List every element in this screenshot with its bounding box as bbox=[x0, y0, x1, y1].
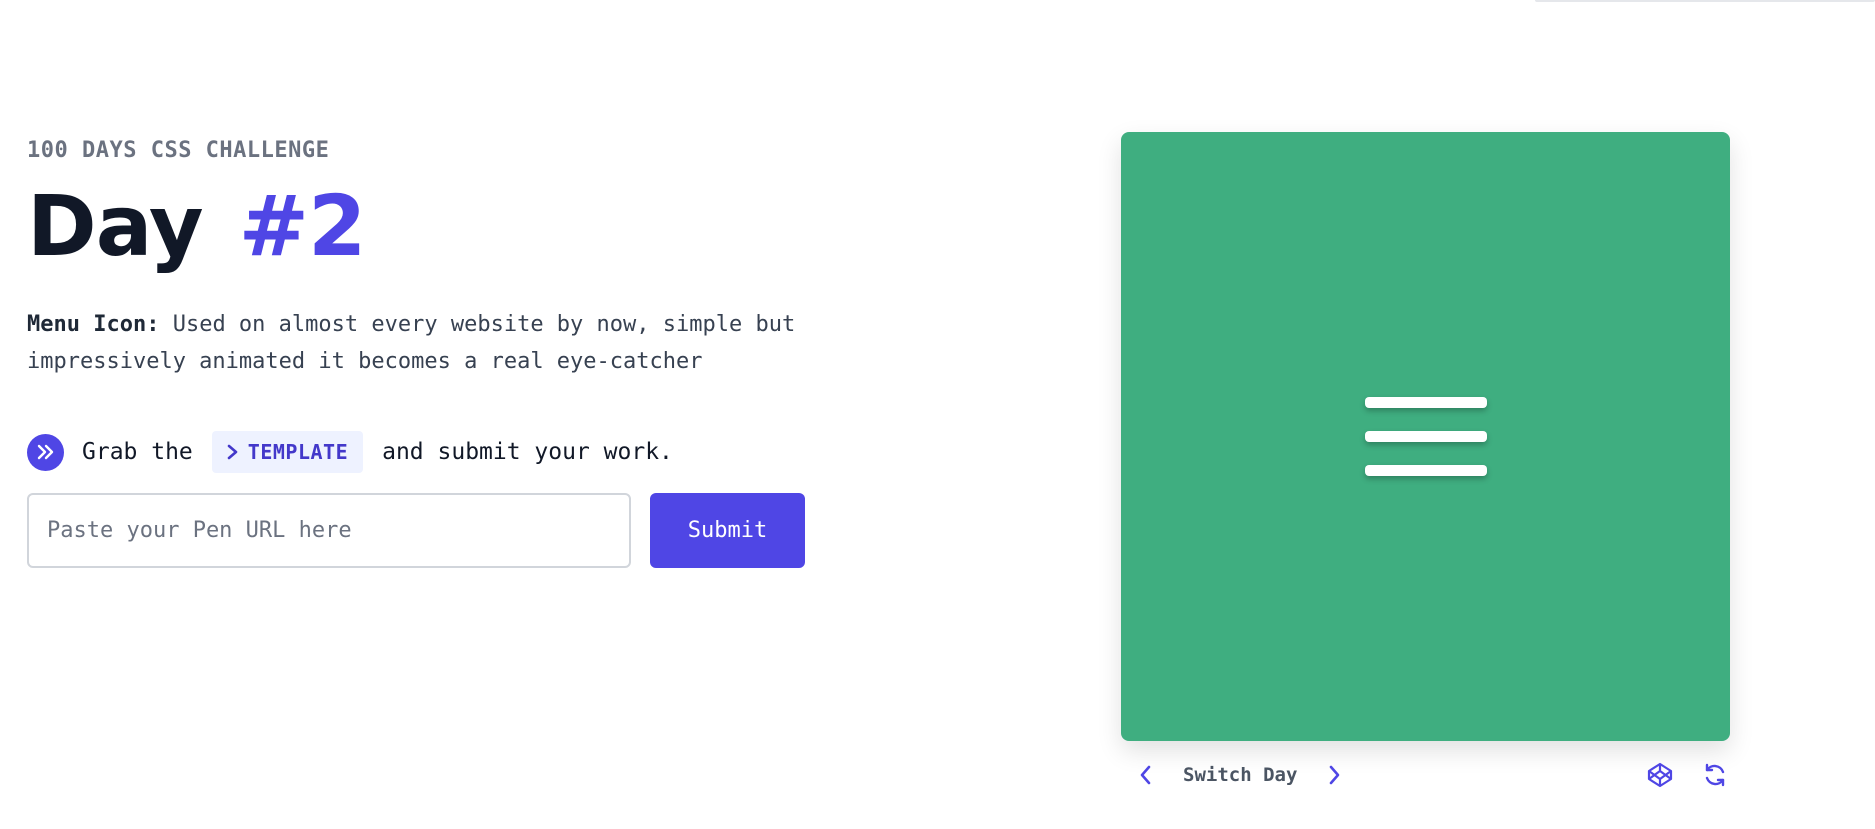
top-divider bbox=[1535, 0, 1875, 2]
menu-bar-bottom bbox=[1365, 465, 1487, 476]
page-title: Day #2 bbox=[27, 184, 827, 268]
title-day-number: #2 bbox=[238, 177, 367, 275]
submit-button[interactable]: Submit bbox=[650, 493, 805, 568]
grab-prefix: Grab the bbox=[82, 439, 193, 465]
chevron-right-icon bbox=[227, 444, 238, 460]
grab-template-row: Grab the TEMPLATE and submit your work. bbox=[27, 430, 827, 474]
template-link[interactable]: TEMPLATE bbox=[211, 431, 364, 473]
menu-bar-middle bbox=[1365, 431, 1487, 442]
challenge-info: 100 DAYS CSS CHALLENGE Day #2 Menu Icon: … bbox=[27, 136, 827, 568]
codepen-icon[interactable] bbox=[1645, 758, 1675, 792]
challenge-description: Menu Icon: Used on almost every website … bbox=[27, 306, 827, 380]
switch-day: Switch Day bbox=[1131, 758, 1349, 792]
chevron-left-icon[interactable] bbox=[1131, 758, 1161, 792]
preview-frame bbox=[1121, 132, 1730, 741]
switch-day-label: Switch Day bbox=[1183, 764, 1298, 786]
eyebrow-label: 100 DAYS CSS CHALLENGE bbox=[27, 138, 330, 163]
refresh-icon[interactable] bbox=[1700, 758, 1730, 792]
submit-form: Submit bbox=[27, 493, 827, 568]
preview-actions bbox=[1620, 758, 1730, 792]
title-day: Day bbox=[27, 177, 204, 275]
hamburger-menu-icon[interactable] bbox=[1365, 397, 1487, 477]
menu-bar-top bbox=[1365, 397, 1487, 408]
chevron-right-icon[interactable] bbox=[1319, 758, 1349, 792]
template-label: TEMPLATE bbox=[247, 440, 349, 464]
description-label: Menu Icon: bbox=[27, 312, 160, 337]
pen-url-input[interactable] bbox=[27, 493, 631, 568]
preview-controls: Switch Day bbox=[1121, 758, 1730, 792]
double-chevron-right-icon bbox=[27, 433, 64, 471]
grab-suffix: and submit your work. bbox=[382, 439, 673, 465]
